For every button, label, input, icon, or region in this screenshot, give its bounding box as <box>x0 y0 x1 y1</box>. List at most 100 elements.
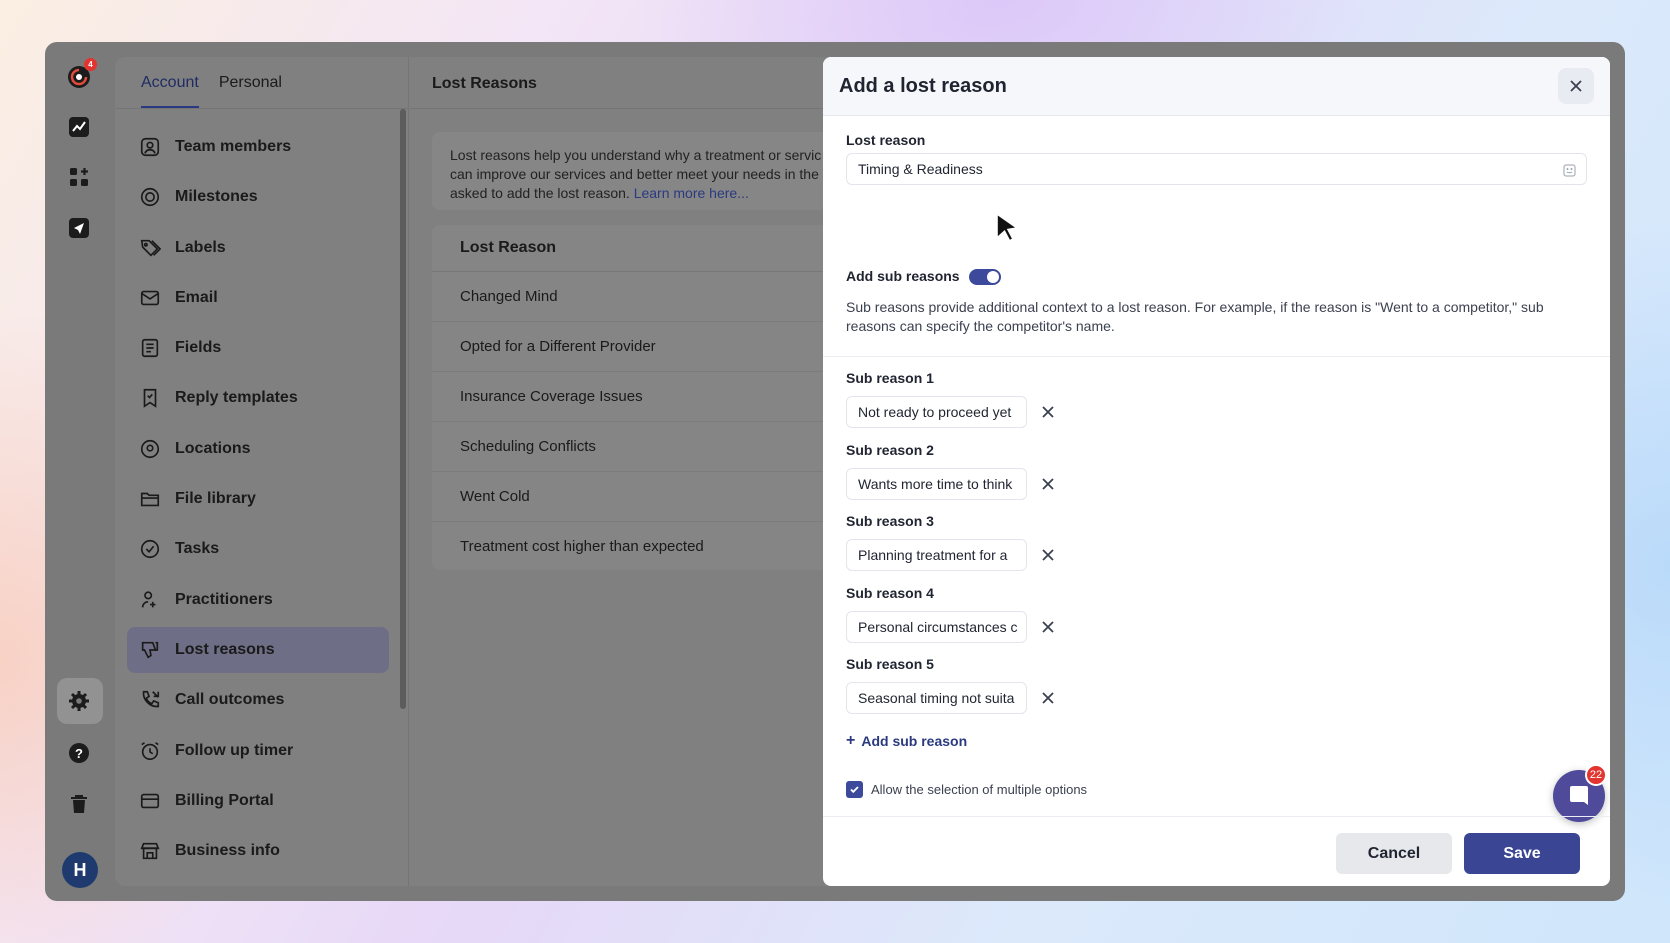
sub-reason-3-input[interactable]: Planning treatment for a <box>846 539 1027 571</box>
lost-reasons-table: Lost Reason Changed Mind Opted for a Dif… <box>432 225 852 570</box>
plus-icon: + <box>846 732 856 749</box>
nav-item-label: Follow up timer <box>175 741 294 759</box>
nav-item-email[interactable]: Email <box>127 275 389 321</box>
close-button[interactable] <box>1558 68 1594 104</box>
allow-multiple-label: Allow the selection of multiple options <box>871 782 1088 797</box>
learn-more-link[interactable]: Learn more here... <box>634 185 749 201</box>
sub-reason-1-label: Sub reason 1 <box>846 370 934 386</box>
sub-reason-5-input[interactable]: Seasonal timing not suita <box>846 682 1027 714</box>
sub-reason-2-input[interactable]: Wants more time to think <box>846 468 1027 500</box>
allow-multiple-option: Allow the selection of multiple options <box>846 781 1087 798</box>
add-sub-reason-label: Add sub reason <box>861 733 968 749</box>
nav-item-locations[interactable]: Locations <box>127 426 389 472</box>
nav-item-file-library[interactable]: File library <box>127 476 389 522</box>
nav-item-label: Lost reasons <box>175 640 275 658</box>
nav-item-label: Call outcomes <box>175 691 285 709</box>
nav-item-milestones[interactable]: Milestones <box>127 174 389 220</box>
nav-item-label: Billing Portal <box>175 791 274 809</box>
table-row[interactable]: Insurance Coverage Issues <box>432 372 852 422</box>
check-circle-icon <box>140 540 160 559</box>
sub-reason-5-label: Sub reason 5 <box>846 656 934 672</box>
nav-item-label: Milestones <box>175 188 258 206</box>
nav-item-label: File library <box>175 490 256 508</box>
sub-reason-3-value: Planning treatment for a <box>858 547 1008 563</box>
avatar[interactable]: H <box>62 852 98 888</box>
nav-item-billing-portal[interactable]: Billing Portal <box>127 778 389 824</box>
table-row[interactable]: Changed Mind <box>432 272 852 322</box>
logo-icon[interactable]: 4 <box>64 58 97 92</box>
remove-sub-reason-3-icon[interactable] <box>1039 546 1057 564</box>
nav-item-reply-templates[interactable]: Reply templates <box>127 375 389 421</box>
modal-title: Add a lost reason <box>839 74 1007 97</box>
sub-reason-4-input[interactable]: Personal circumstances c <box>846 611 1027 643</box>
nav-scrollbar[interactable] <box>400 109 406 709</box>
remove-sub-reason-2-icon[interactable] <box>1039 475 1057 493</box>
thumbs-down-icon <box>141 641 159 659</box>
chat-badge: 22 <box>1585 764 1607 786</box>
sub-reason-1-value: Not ready to proceed yet <box>858 404 1012 420</box>
nav-item-label: Business info <box>175 842 280 860</box>
nav-item-labels[interactable]: Labels <box>127 225 389 271</box>
help-icon[interactable]: ? <box>64 738 94 768</box>
nav-item-fields[interactable]: Fields <box>127 325 389 371</box>
nav-item-label: Locations <box>175 439 251 457</box>
nav-item-label: Fields <box>175 339 222 357</box>
add-sub-reason-button[interactable]: + Add sub reason <box>846 732 967 750</box>
section-divider <box>823 356 1610 357</box>
remove-sub-reason-1-icon[interactable] <box>1039 403 1057 421</box>
nav-item-label: Email <box>175 288 218 306</box>
nav-item-follow-up-timer[interactable]: Follow up timer <box>127 728 389 774</box>
lost-reason-value: Timing & Readiness <box>858 161 983 177</box>
apps-add-icon[interactable] <box>64 162 94 192</box>
cancel-button[interactable]: Cancel <box>1336 833 1452 874</box>
settings-nav-list: Team members Milestones Labels Email Fie… <box>127 124 389 878</box>
target-icon <box>140 188 160 207</box>
location-pin-icon <box>140 439 160 458</box>
alarm-clock-icon <box>141 741 159 760</box>
table-header: Lost Reason <box>432 225 852 272</box>
nav-item-lost-reasons[interactable]: Lost reasons <box>127 626 389 673</box>
save-button[interactable]: Save <box>1464 833 1580 874</box>
table-row[interactable]: Treatment cost higher than expected <box>432 522 852 570</box>
folder-icon <box>140 492 160 507</box>
send-icon[interactable] <box>64 213 94 243</box>
logo-badge: 4 <box>84 58 97 71</box>
lost-reason-input[interactable]: Timing & Readiness <box>846 153 1587 185</box>
nav-item-label: Labels <box>175 238 226 256</box>
info-box: Lost reasons help you understand why a t… <box>432 132 852 210</box>
nav-item-practitioners[interactable]: Practitioners <box>127 577 389 623</box>
footer-divider <box>823 816 1610 817</box>
info-line-3-text: asked to add the lost reason. <box>450 185 634 201</box>
add-sub-reasons-label: Add sub reasons <box>846 268 960 284</box>
sub-reason-1-input[interactable]: Not ready to proceed yet <box>846 396 1027 428</box>
settings-tabs: Account Personal <box>141 57 282 108</box>
nav-item-business-info[interactable]: Business info <box>127 828 389 874</box>
nav-item-call-outcomes[interactable]: Call outcomes <box>127 677 389 723</box>
info-line-3: asked to add the lost reason. Learn more… <box>450 184 834 203</box>
remove-sub-reason-4-icon[interactable] <box>1039 618 1057 636</box>
analytics-icon[interactable] <box>64 112 94 142</box>
tab-personal[interactable]: Personal <box>219 57 282 108</box>
table-row[interactable]: Went Cold <box>432 472 852 522</box>
allow-multiple-checkbox[interactable] <box>846 781 863 798</box>
emoji-picker-icon[interactable] <box>1563 164 1576 177</box>
close-icon <box>1570 80 1582 92</box>
table-row[interactable]: Opted for a Different Provider <box>432 322 852 372</box>
chat-icon <box>1570 786 1588 805</box>
nav-item-team-members[interactable]: Team members <box>127 124 389 170</box>
form-fields-icon <box>141 339 159 358</box>
remove-sub-reason-5-icon[interactable] <box>1039 689 1057 707</box>
chat-support-button[interactable]: 22 <box>1553 764 1607 822</box>
user-square-icon <box>140 137 160 157</box>
svg-text:?: ? <box>75 746 83 761</box>
sub-reason-2-value: Wants more time to think <box>858 476 1013 492</box>
sub-reason-4-label: Sub reason 4 <box>846 585 934 601</box>
table-row[interactable]: Scheduling Conflicts <box>432 422 852 472</box>
add-sub-reasons-toggle[interactable] <box>969 269 1001 285</box>
practitioner-icon <box>141 591 156 608</box>
add-lost-reason-modal: Add a lost reason Lost reason Timing & R… <box>823 57 1610 886</box>
nav-item-tasks[interactable]: Tasks <box>127 526 389 572</box>
trash-icon[interactable] <box>64 789 94 819</box>
settings-icon[interactable] <box>64 686 94 716</box>
tab-account[interactable]: Account <box>141 57 199 108</box>
